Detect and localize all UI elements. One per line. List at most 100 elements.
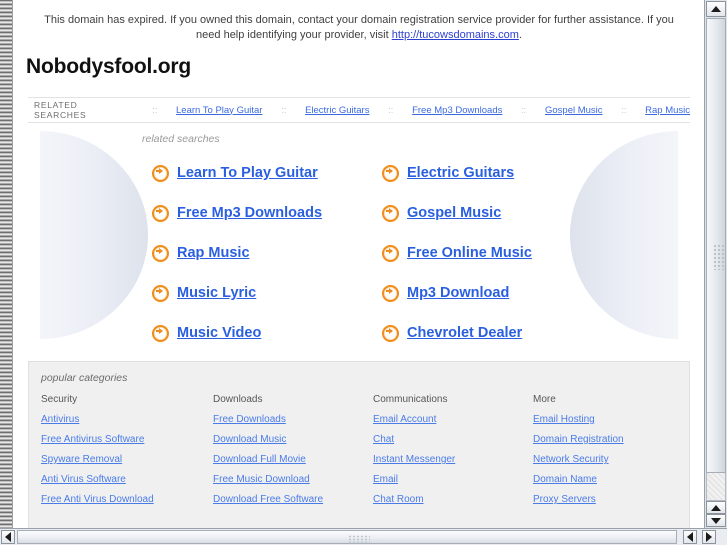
related-link-row[interactable]: Chevrolet Dealer — [382, 313, 612, 353]
nav-link-rap-music[interactable]: Rap Music — [645, 105, 690, 116]
scrollbar-grip-icon — [348, 535, 370, 544]
related-link-rap-music[interactable]: Rap Music — [177, 245, 250, 261]
category-link-network-security[interactable]: Network Security — [533, 454, 677, 465]
arrow-circle-right-icon — [382, 164, 399, 182]
category-link-anti-virus-software[interactable]: Anti Virus Software — [41, 474, 213, 485]
category-heading: Communications — [373, 394, 448, 405]
related-searches-label: RELATED SEARCHES — [34, 100, 87, 120]
related-searches-nav: RELATED SEARCHES :: Learn To Play Guitar… — [28, 97, 690, 123]
triangle-right-icon — [706, 532, 712, 542]
tucows-domains-link[interactable]: http://tucowsdomains.com — [392, 29, 519, 41]
related-link-row[interactable]: Music Video — [152, 313, 382, 353]
nav-link-learn-to-play-guitar[interactable]: Learn To Play Guitar — [176, 105, 262, 116]
related-link-row[interactable]: Music Lyric — [152, 273, 382, 313]
category-link-free-downloads[interactable]: Free Downloads — [213, 414, 373, 425]
triangle-left-icon — [5, 532, 11, 542]
category-column-more: More Email Hosting Domain Registration N… — [533, 394, 677, 514]
category-column-downloads: Downloads Free Downloads Download Music … — [213, 394, 373, 514]
scroll-right-button[interactable] — [702, 530, 716, 544]
popular-categories-panel: popular categories Security Antivirus Fr… — [28, 361, 690, 528]
category-link-chat[interactable]: Chat — [373, 434, 533, 445]
category-link-download-full-movie[interactable]: Download Full Movie — [213, 454, 373, 465]
category-link-antivirus[interactable]: Antivirus — [41, 414, 213, 425]
decorative-left-arc — [40, 131, 148, 339]
nav-link-free-mp3-downloads[interactable]: Free Mp3 Downloads — [412, 105, 502, 116]
related-link-electric-guitars[interactable]: Electric Guitars — [407, 165, 514, 181]
category-link-free-music-download[interactable]: Free Music Download — [213, 474, 373, 485]
category-link-instant-messenger[interactable]: Instant Messenger — [373, 454, 533, 465]
window-left-gripper[interactable] — [0, 0, 13, 528]
related-link-learn-to-play-guitar[interactable]: Learn To Play Guitar — [177, 165, 318, 181]
category-link-domain-registration[interactable]: Domain Registration — [533, 434, 677, 445]
category-column-communications: Communications Email Account Chat Instan… — [373, 394, 533, 514]
popular-categories-columns: Security Antivirus Free Antivirus Softwa… — [41, 394, 677, 514]
nav-separator-icon: :: — [388, 105, 394, 115]
expiry-notice-text: This domain has expired. If you owned th… — [44, 14, 674, 41]
category-link-proxy-servers[interactable]: Proxy Servers — [533, 494, 677, 505]
scroll-up-button[interactable] — [706, 1, 726, 17]
related-link-row[interactable]: Gospel Music — [382, 193, 612, 233]
related-links-grid: Learn To Play Guitar Electric Guitars Fr… — [152, 153, 612, 353]
expiry-notice: This domain has expired. If you owned th… — [14, 0, 704, 43]
nav-link-gospel-music[interactable]: Gospel Music — [545, 105, 603, 116]
scroll-up-button-bottom[interactable] — [706, 501, 726, 514]
triangle-left-icon — [687, 532, 693, 542]
nav-separator-icon: :: — [521, 105, 527, 115]
related-link-music-lyric[interactable]: Music Lyric — [177, 285, 256, 301]
category-link-download-free-software[interactable]: Download Free Software — [213, 494, 373, 505]
related-link-gospel-music[interactable]: Gospel Music — [407, 205, 501, 221]
page-content: This domain has expired. If you owned th… — [14, 0, 704, 528]
category-link-free-antivirus-software[interactable]: Free Antivirus Software — [41, 434, 213, 445]
related-link-mp3-download[interactable]: Mp3 Download — [407, 285, 509, 301]
nav-separator-icon: :: — [281, 105, 287, 115]
category-link-chat-room[interactable]: Chat Room — [373, 494, 533, 505]
scrollbar-grip-icon — [713, 244, 724, 270]
category-link-download-music[interactable]: Download Music — [213, 434, 373, 445]
related-link-row[interactable]: Rap Music — [152, 233, 382, 273]
arrow-circle-right-icon — [152, 204, 169, 222]
expiry-notice-period: . — [518, 29, 522, 41]
related-link-music-video[interactable]: Music Video — [177, 325, 261, 341]
browser-viewport: This domain has expired. If you owned th… — [0, 0, 727, 545]
popular-categories-title: popular categories — [41, 372, 128, 384]
related-link-row[interactable]: Free Mp3 Downloads — [152, 193, 382, 233]
arrow-circle-right-icon — [382, 204, 399, 222]
nav-link-electric-guitars[interactable]: Electric Guitars — [305, 105, 369, 116]
arrow-circle-right-icon — [382, 324, 399, 342]
category-link-email-account[interactable]: Email Account — [373, 414, 533, 425]
triangle-down-icon — [711, 517, 721, 524]
arrow-circle-right-icon — [152, 164, 169, 182]
vertical-scrollbar-track[interactable] — [706, 473, 726, 501]
related-link-row[interactable]: Free Online Music — [382, 233, 612, 273]
horizontal-scrollbar-thumb[interactable] — [17, 530, 677, 544]
page-title: Nobodysfool.org — [26, 55, 191, 78]
related-link-free-online-music[interactable]: Free Online Music — [407, 245, 532, 261]
vertical-scrollbar[interactable] — [704, 0, 727, 528]
related-link-free-mp3-downloads[interactable]: Free Mp3 Downloads — [177, 205, 322, 221]
related-link-chevrolet-dealer[interactable]: Chevrolet Dealer — [407, 325, 522, 341]
scroll-left-button-end[interactable] — [683, 530, 697, 544]
category-link-free-anti-virus-download[interactable]: Free Anti Virus Download — [41, 494, 213, 505]
scroll-down-button[interactable] — [706, 514, 726, 527]
related-link-row[interactable]: Learn To Play Guitar — [152, 153, 382, 193]
related-links-section: related searches Learn To Play Guitar El… — [14, 123, 704, 353]
horizontal-scrollbar[interactable] — [0, 528, 727, 545]
vertical-scrollbar-thumb[interactable] — [706, 18, 726, 473]
nav-separator-icon: :: — [152, 105, 158, 115]
arrow-circle-right-icon — [382, 244, 399, 262]
nav-separator-icon: :: — [621, 105, 627, 115]
category-heading: Security — [41, 394, 78, 405]
category-heading: More — [533, 394, 556, 405]
related-link-row[interactable]: Mp3 Download — [382, 273, 612, 313]
category-link-spyware-removal[interactable]: Spyware Removal — [41, 454, 213, 465]
category-link-email-hosting[interactable]: Email Hosting — [533, 414, 677, 425]
arrow-circle-right-icon — [152, 284, 169, 302]
arrow-circle-right-icon — [152, 324, 169, 342]
category-link-domain-name[interactable]: Domain Name — [533, 474, 677, 485]
triangle-up-icon — [711, 504, 721, 511]
related-link-row[interactable]: Electric Guitars — [382, 153, 612, 193]
arrow-circle-right-icon — [152, 244, 169, 262]
category-link-email[interactable]: Email — [373, 474, 533, 485]
related-searches-caption: related searches — [142, 133, 220, 145]
scroll-left-button[interactable] — [1, 530, 15, 544]
